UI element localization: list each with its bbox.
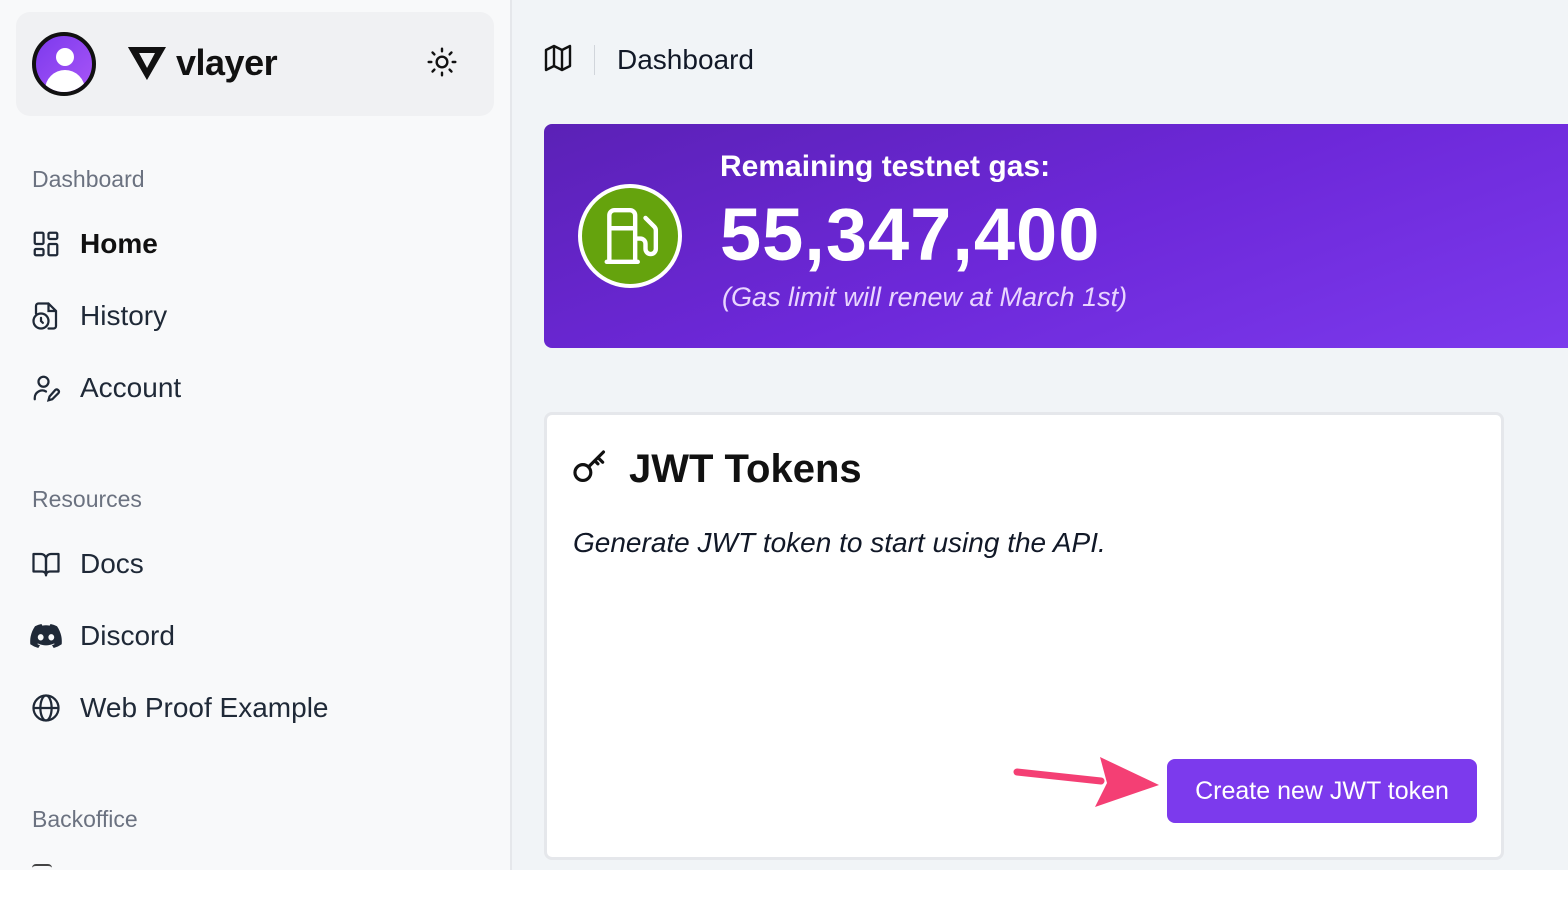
annotation-arrow-icon: [1013, 757, 1159, 807]
sidebar-item-partial: [32, 864, 52, 870]
sidebar-item-discord[interactable]: Discord: [30, 612, 470, 660]
avatar[interactable]: [32, 32, 96, 96]
section-label-dashboard: Dashboard: [32, 166, 145, 192]
key-icon: [571, 448, 609, 491]
breadcrumb-divider: [594, 45, 595, 75]
brand-logo[interactable]: vlayer: [126, 42, 278, 84]
discord-icon: [30, 620, 62, 652]
map-icon[interactable]: [542, 42, 574, 79]
breadcrumb: Dashboard: [542, 40, 754, 80]
sidebar-item-account[interactable]: Account: [30, 364, 470, 412]
sidebar-item-docs[interactable]: Docs: [30, 540, 470, 588]
jwt-card-description: Generate JWT token to start using the AP…: [573, 527, 1106, 558]
sidebar-item-label: Account: [80, 372, 182, 403]
jwt-card-header: JWT Tokens: [571, 447, 862, 492]
brand-name: vlayer: [176, 42, 278, 83]
gas-label: Remaining testnet gas:: [720, 150, 1051, 183]
user-pen-icon: [30, 372, 62, 404]
theme-toggle-button[interactable]: [422, 42, 462, 82]
gas-card: Remaining testnet gas: 55,347,400 (Gas l…: [544, 124, 1568, 348]
file-clock-icon: [30, 300, 62, 332]
gas-renewal-note: (Gas limit will renew at March 1st): [722, 282, 1128, 312]
fuel-pump-icon: [578, 184, 682, 288]
section-label-resources: Resources: [32, 486, 142, 512]
section-label-backoffice: Backoffice: [32, 806, 138, 832]
sun-icon: [427, 47, 457, 77]
sidebar-item-web-proof-example[interactable]: Web Proof Example: [30, 684, 470, 732]
book-open-icon: [30, 548, 62, 580]
main-content: Dashboard Remaining testnet gas: 55,347,…: [512, 0, 1568, 870]
jwt-tokens-card: JWT Tokens Generate JWT token to start u…: [544, 412, 1504, 860]
vlayer-logo-icon: [128, 47, 166, 80]
sidebar-item-label: Discord: [80, 620, 175, 651]
sidebar-item-home[interactable]: Home: [30, 220, 470, 268]
sidebar: vlayer Dashboard Home History Account Re…: [0, 0, 512, 870]
sidebar-item-label: History: [80, 300, 168, 331]
layout-grid-icon: [30, 228, 62, 260]
create-jwt-token-button[interactable]: Create new JWT token: [1167, 759, 1477, 823]
sidebar-item-label: Docs: [80, 548, 144, 579]
gas-value: 55,347,400: [720, 193, 1101, 276]
avatar-head: [56, 48, 74, 66]
app-window: vlayer Dashboard Home History Account Re…: [0, 0, 1568, 870]
jwt-card-title: JWT Tokens: [629, 447, 862, 491]
page-title: Dashboard: [617, 44, 754, 75]
globe-icon: [30, 692, 62, 724]
sidebar-item-history[interactable]: History: [30, 292, 470, 340]
sidebar-item-label: Web Proof Example: [80, 692, 329, 723]
sidebar-item-label: Home: [80, 228, 158, 259]
avatar-body: [45, 70, 85, 92]
brand-header: vlayer: [16, 12, 494, 116]
